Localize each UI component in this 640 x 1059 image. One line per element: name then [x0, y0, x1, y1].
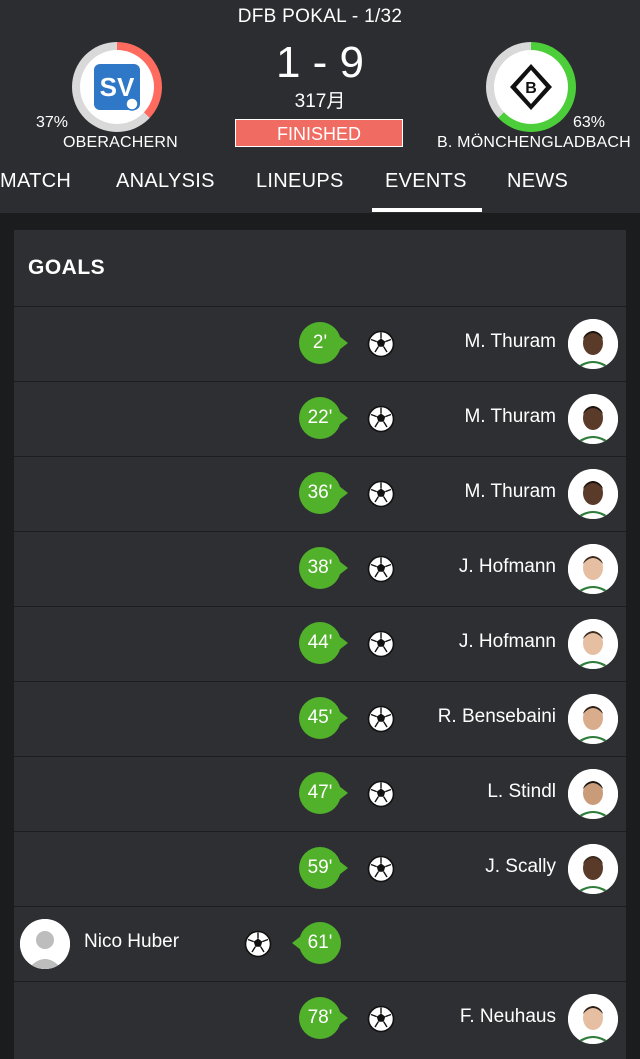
- soccer-ball-icon: [367, 555, 395, 583]
- goal-row[interactable]: 45' R. Bensebaini: [14, 681, 626, 756]
- player-avatar[interactable]: [568, 394, 618, 444]
- scorer-name[interactable]: Nico Huber: [84, 931, 179, 953]
- status-badge: FINISHED: [235, 119, 403, 147]
- player-avatar[interactable]: [568, 619, 618, 669]
- player-avatar[interactable]: [20, 919, 70, 969]
- player-avatar[interactable]: [568, 544, 618, 594]
- player-avatar[interactable]: [568, 694, 618, 744]
- gladbach-crest-icon: B: [510, 64, 552, 110]
- goal-minute-badge: 38': [299, 547, 348, 589]
- player-avatar[interactable]: [568, 469, 618, 519]
- scorer-name[interactable]: F. Neuhaus: [460, 1006, 556, 1028]
- goal-row[interactable]: 47' L. Stindl: [14, 756, 626, 831]
- svg-text:SV: SV: [100, 72, 135, 102]
- goal-row[interactable]: 22' M. Thuram: [14, 381, 626, 456]
- goal-row[interactable]: 36' M. Thuram: [14, 456, 626, 531]
- goal-minute-badge: 44': [299, 622, 348, 664]
- goal-minute-badge: 47': [299, 772, 348, 814]
- player-avatar[interactable]: [568, 769, 618, 819]
- player-avatar[interactable]: [568, 994, 618, 1044]
- tab-match[interactable]: MATCH: [0, 170, 71, 193]
- goal-row[interactable]: 78' F. Neuhaus: [14, 981, 626, 1056]
- away-possession: 63%: [573, 114, 606, 131]
- scorer-name[interactable]: M. Thuram: [464, 481, 556, 503]
- soccer-ball-icon: [367, 705, 395, 733]
- scorer-name[interactable]: J. Hofmann: [459, 631, 556, 653]
- goals-card: GOALS 2' M. Thuram 22' M. Thuram 36' M. Thura…: [14, 230, 626, 1059]
- goal-row[interactable]: Nico Huber 61': [14, 906, 626, 981]
- home-team-logo[interactable]: SV: [72, 42, 162, 132]
- match-score: 1 - 9: [275, 38, 365, 87]
- scorer-name[interactable]: R. Bensebaini: [438, 706, 556, 728]
- tab-news[interactable]: NEWS: [507, 170, 568, 193]
- goal-minute-badge: 22': [299, 397, 348, 439]
- goal-minute-badge: 59': [299, 847, 348, 889]
- goal-row[interactable]: 59' J. Scally: [14, 831, 626, 906]
- goal-row[interactable]: 2' M. Thuram: [14, 306, 626, 381]
- soccer-ball-icon: [367, 780, 395, 808]
- tab-events[interactable]: EVENTS: [372, 170, 482, 212]
- soccer-ball-icon: [244, 930, 272, 958]
- home-team-name[interactable]: OBERACHERN: [63, 134, 178, 152]
- scorer-name[interactable]: M. Thuram: [464, 331, 556, 353]
- goal-row[interactable]: 38' J. Hofmann: [14, 531, 626, 606]
- tab-lineups[interactable]: LINEUPS: [256, 170, 344, 193]
- goal-minute-badge: 45': [299, 697, 348, 739]
- away-team-logo[interactable]: B: [486, 42, 576, 132]
- competition-title: DFB POKAL - 1/32: [237, 6, 403, 27]
- soccer-ball-icon: [367, 855, 395, 883]
- goal-minute-badge: 61': [292, 922, 341, 964]
- player-avatar[interactable]: [568, 844, 618, 894]
- goal-row[interactable]: 44' J. Hofmann: [14, 606, 626, 681]
- home-possession: 37%: [36, 114, 69, 131]
- goal-minute-badge: 2': [299, 322, 348, 364]
- scorer-name[interactable]: L. Stindl: [487, 781, 556, 803]
- player-avatar[interactable]: [568, 319, 618, 369]
- oberachern-crest-icon: SV: [94, 64, 140, 111]
- scorer-name[interactable]: J. Hofmann: [459, 556, 556, 578]
- scorer-name[interactable]: M. Thuram: [464, 406, 556, 428]
- away-team-name[interactable]: B. MÖNCHENGLADBACH: [437, 134, 631, 152]
- soccer-ball-icon: [367, 330, 395, 358]
- goal-minute-badge: 78': [299, 997, 348, 1039]
- soccer-ball-icon: [367, 1005, 395, 1033]
- soccer-ball-icon: [367, 630, 395, 658]
- goal-minute-badge: 36': [299, 472, 348, 514]
- soccer-ball-icon: [367, 480, 395, 508]
- section-title: GOALS: [28, 256, 106, 279]
- scorer-name[interactable]: J. Scally: [485, 856, 556, 878]
- tab-analysis[interactable]: ANALYSIS: [116, 170, 215, 193]
- svg-text:B: B: [525, 80, 537, 97]
- soccer-ball-icon: [367, 405, 395, 433]
- match-date: 317月: [294, 91, 346, 112]
- match-header: DFB POKAL - 1/32 SV 37% OBERACHERN 1 - 9…: [0, 0, 640, 213]
